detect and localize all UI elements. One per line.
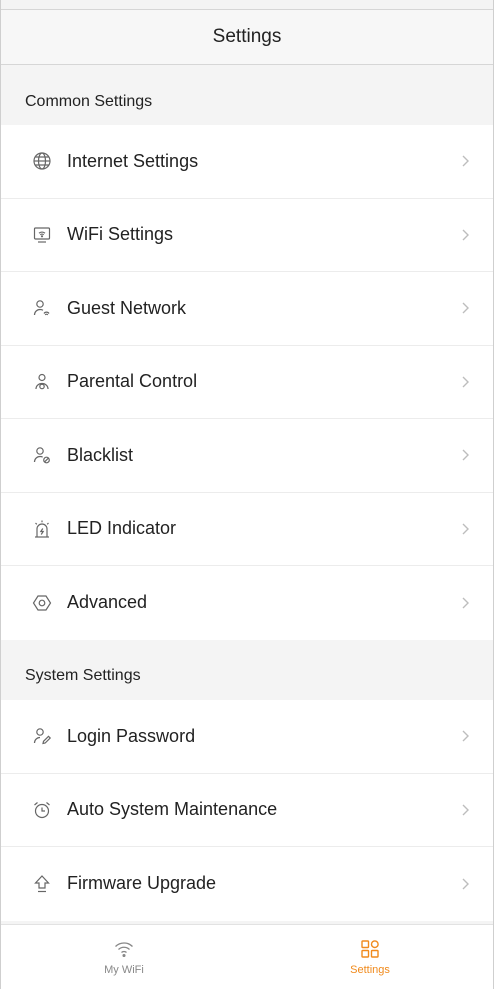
settings-item-led-indicator[interactable]: LED Indicator [1, 492, 493, 566]
tab-my-wifi[interactable]: My WiFi [1, 925, 247, 989]
item-label: Auto System Maintenance [67, 799, 278, 820]
user-edit-icon [31, 725, 53, 747]
alarm-clock-icon [31, 799, 53, 821]
settings-item-guest-network[interactable]: Guest Network [1, 272, 493, 346]
bottom-tab-bar: My WiFi Settings [1, 924, 493, 989]
settings-item-firmware-upgrade[interactable]: Firmware Upgrade [1, 847, 493, 921]
page-title: Settings [1, 9, 493, 65]
tab-settings[interactable]: Settings [247, 925, 493, 989]
item-label: Parental Control [67, 371, 198, 392]
parental-user-icon [31, 371, 53, 393]
settings-item-parental-control[interactable]: Parental Control [1, 345, 493, 419]
settings-item-wifi[interactable]: WiFi Settings [1, 198, 493, 272]
blocked-user-icon [31, 444, 53, 466]
section-title-common: Common Settings [1, 72, 493, 132]
item-label: Blacklist [67, 444, 134, 465]
hexagon-settings-icon [31, 592, 53, 614]
settings-item-advanced[interactable]: Advanced [1, 566, 493, 640]
item-label: LED Indicator [67, 518, 177, 539]
item-label: Advanced [67, 592, 148, 613]
common-settings-list: Internet Settings WiFi Settings Guest Ne… [1, 125, 493, 640]
settings-screen: Settings Common Settings Internet Settin… [0, 0, 494, 989]
chevron-right-icon [462, 376, 469, 388]
chevron-right-icon [462, 804, 469, 816]
chevron-right-icon [462, 597, 469, 609]
item-label: WiFi Settings [67, 224, 174, 245]
chevron-right-icon [462, 229, 469, 241]
chevron-right-icon [462, 730, 469, 742]
settings-item-auto-system-maintenance[interactable]: Auto System Maintenance [1, 773, 493, 847]
settings-item-login-password[interactable]: Login Password [1, 700, 493, 774]
upgrade-arrow-icon [31, 873, 53, 895]
globe-icon [31, 150, 53, 172]
chevron-right-icon [462, 302, 469, 314]
section-title-system: System Settings [1, 646, 493, 706]
item-label: Login Password [67, 725, 196, 746]
tab-label: My WiFi [104, 964, 144, 976]
chevron-right-icon [462, 878, 469, 890]
grid-icon [361, 940, 379, 958]
settings-item-internet[interactable]: Internet Settings [1, 125, 493, 199]
chevron-right-icon [462, 523, 469, 535]
settings-item-blacklist[interactable]: Blacklist [1, 419, 493, 493]
guest-user-icon [31, 297, 53, 319]
item-label: Guest Network [67, 297, 187, 318]
item-label: Firmware Upgrade [67, 873, 217, 894]
chevron-right-icon [462, 449, 469, 461]
led-indicator-icon [31, 518, 53, 540]
item-label: Internet Settings [67, 150, 199, 171]
tab-label: Settings [350, 964, 390, 976]
router-icon [31, 224, 53, 246]
system-settings-list: Login Password Auto System Maintenance F… [1, 700, 493, 921]
chevron-right-icon [462, 155, 469, 167]
wifi-icon [115, 942, 133, 958]
